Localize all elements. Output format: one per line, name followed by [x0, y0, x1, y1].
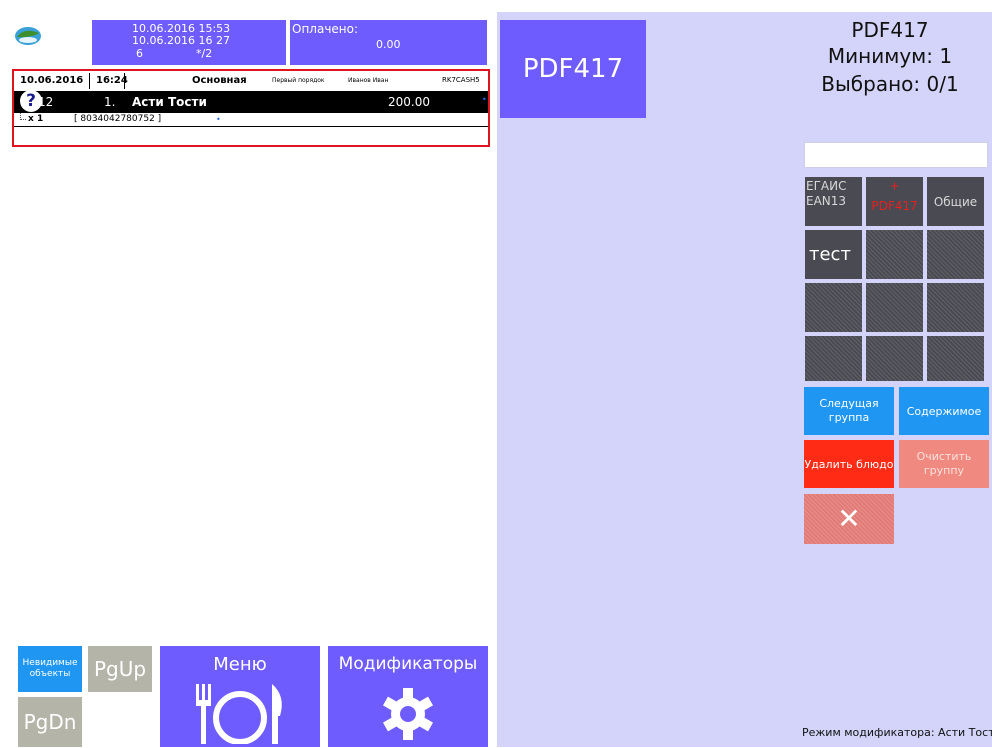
empty-slot [866, 336, 923, 381]
modifier-barcode: [ 8034042780752 ] [74, 114, 162, 124]
app-logo-icon [14, 24, 42, 46]
close-icon: ✕ [837, 502, 861, 535]
invisible-objects-button[interactable]: Невидимые объекты [18, 646, 82, 692]
check-header: 10.06.2016 16:24 Основная Первый порядок… [14, 71, 488, 91]
empty-slot [805, 283, 862, 332]
item-line-no: 12 [38, 95, 54, 109]
modifier-selected: Выбрано: 0/1 [821, 72, 959, 96]
test-item[interactable]: тест [805, 230, 862, 279]
header-table: */2 [196, 47, 213, 60]
modifiers-button[interactable]: Модификаторы [328, 646, 488, 747]
modifier-tree-line [20, 113, 26, 120]
modifier-title: PDF417 [851, 18, 929, 42]
pgup-button[interactable]: PgUp [88, 646, 152, 692]
group-pdf417[interactable]: + PDF417 [866, 177, 923, 226]
empty-slot [866, 283, 923, 332]
empty-slot [805, 336, 862, 381]
header-guests: 6 [136, 47, 143, 60]
item-price: 200.00 [388, 95, 430, 109]
paid-value: 0.00 [376, 38, 401, 51]
contents-button[interactable]: Содержимое [899, 387, 989, 435]
item-dot: • [482, 95, 487, 104]
clear-group-button[interactable]: Очистить группу [899, 440, 989, 488]
empty-slot [927, 230, 984, 279]
header-paid-tile[interactable]: Оплачено: 0.00 [290, 20, 487, 65]
item-name: Асти Тости [132, 95, 207, 109]
modifier-dot: • [216, 115, 221, 124]
check-station: RK7CASH5 [442, 76, 480, 84]
menu-label: Меню [213, 654, 267, 675]
header-date2: 10.06.2016 16 27 [132, 34, 230, 47]
plate-cutlery-icon [192, 682, 288, 745]
check-date: 10.06.2016 [20, 75, 84, 86]
check-menu: Основная [192, 75, 247, 86]
group-egais-ean13[interactable]: ЕГАИС EAN13 [805, 177, 862, 226]
group-common[interactable]: Общие [927, 177, 984, 226]
pgdn-button[interactable]: PgDn [18, 697, 82, 747]
item-course: 1. [104, 95, 116, 109]
check-order-type: Первый порядок [272, 77, 325, 84]
check-waiter: Иванов Иван [348, 77, 389, 84]
menu-button[interactable]: Меню [160, 646, 320, 747]
modifier-mode-status: Режим модификатора: Асти Тост [802, 726, 992, 739]
next-group-button[interactable]: Следущая группа [804, 387, 894, 435]
group-pdf417-marker: + [889, 179, 900, 193]
search-input[interactable] [804, 142, 988, 168]
pdf417-button[interactable]: PDF417 [500, 20, 646, 118]
close-button[interactable]: ✕ [804, 494, 894, 544]
modifier-qty: x 1 [28, 114, 44, 124]
delete-dish-button[interactable]: Удалить блюдо [804, 440, 894, 488]
check-divider-1 [89, 73, 90, 89]
gear-icon [380, 686, 436, 742]
modifiers-label: Модификаторы [338, 654, 478, 674]
group-pdf417-label: PDF417 [871, 199, 918, 213]
title-strip [0, 0, 992, 12]
check-item-row[interactable]: ? 12 1. Асти Тости 200.00 • [14, 90, 488, 113]
order-check[interactable]: 10.06.2016 16:24 Основная Первый порядок… [12, 69, 490, 147]
paid-label: Оплачено: [292, 22, 359, 36]
header-time-tile[interactable]: 10.06.2016 15:53 10.06.2016 16 27 6 */2 [92, 20, 286, 65]
empty-slot [866, 230, 923, 279]
empty-slot [927, 336, 984, 381]
modifier-row[interactable]: x 1 [ 8034042780752 ] • [14, 113, 488, 127]
modifier-minimum: Минимум: 1 [827, 44, 953, 68]
check-divider-2 [124, 73, 125, 89]
empty-slot [927, 283, 984, 332]
